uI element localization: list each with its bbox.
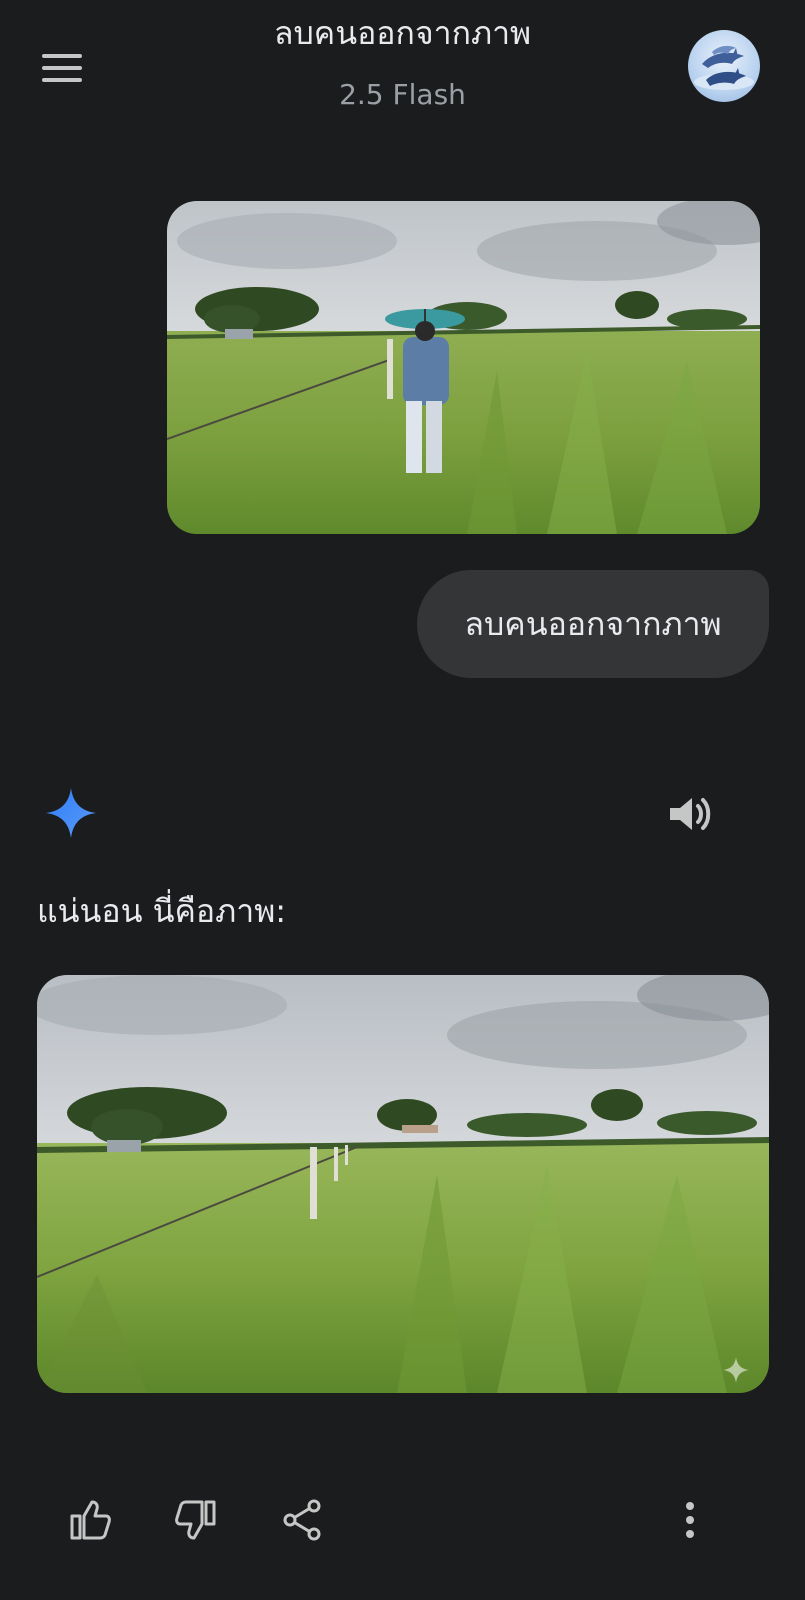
share-icon[interactable] [278, 1496, 326, 1544]
menu-icon-bar [42, 54, 82, 58]
dolphin-avatar-icon [694, 45, 754, 90]
model-name[interactable]: 2.5 Flash [150, 74, 655, 116]
generated-image[interactable] [37, 975, 769, 1393]
rice-field-image [37, 975, 769, 1393]
speaker-icon[interactable] [664, 790, 716, 838]
menu-icon-bar [42, 66, 82, 70]
user-message-bubble: ลบคนออกจากภาพ [417, 570, 769, 678]
menu-icon[interactable] [38, 44, 86, 92]
thumb-down-icon[interactable] [172, 1496, 220, 1544]
more-vert-icon[interactable] [666, 1496, 714, 1544]
user-message-text: ลบคนออกจากภาพ [464, 604, 722, 643]
thumb-up-icon[interactable] [66, 1496, 114, 1544]
account-avatar[interactable] [688, 30, 760, 102]
chat-title[interactable]: ลบคนออกจากภาพ [150, 10, 655, 56]
response-text: แน่นอน นี่คือภาพ: [37, 892, 287, 930]
user-uploaded-image[interactable] [167, 201, 760, 534]
gemini-chat-screen: ลบคนออกจากภาพ 2.5 Flash ลบคนออกจากภาพ แน… [0, 0, 805, 1600]
menu-icon-bar [42, 78, 82, 82]
gemini-sparkle-icon [46, 788, 96, 838]
rice-field-with-person-image [167, 201, 760, 534]
